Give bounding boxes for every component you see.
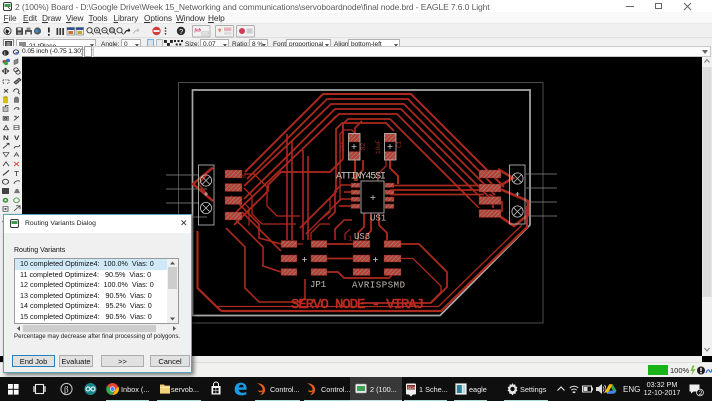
svg-text:SERVO NODE - VIRAJ: SERVO NODE - VIRAJ [291,297,424,313]
svg-text:SCH: SCH [408,386,416,390]
svg-text:β: β [64,385,69,395]
svg-text:i: i [4,51,5,56]
svg-text:US1: US1 [370,214,386,224]
svg-text:10uF: 10uF [375,139,382,154]
svg-text:?: ? [179,27,183,36]
svg-text:10k: 10k [339,141,346,152]
svg-text:R2: R2 [360,142,367,150]
svg-text:N: N [3,133,9,141]
svg-text:ATTINY45SI: ATTINY45SI [336,172,386,183]
svg-text:fab: fab [195,29,202,34]
svg-text:1: 1 [348,236,352,244]
svg-text:US3: US3 [354,232,370,242]
svg-text:R: R [241,174,248,178]
svg-text:C1: C1 [396,140,403,148]
svg-text:2: 2 [699,390,703,397]
svg-text:T: T [14,170,19,178]
svg-text:AVRISPSMD: AVRISPSMD [352,281,405,291]
svg-text:V: V [14,133,19,141]
svg-text:JP1: JP1 [310,280,326,290]
